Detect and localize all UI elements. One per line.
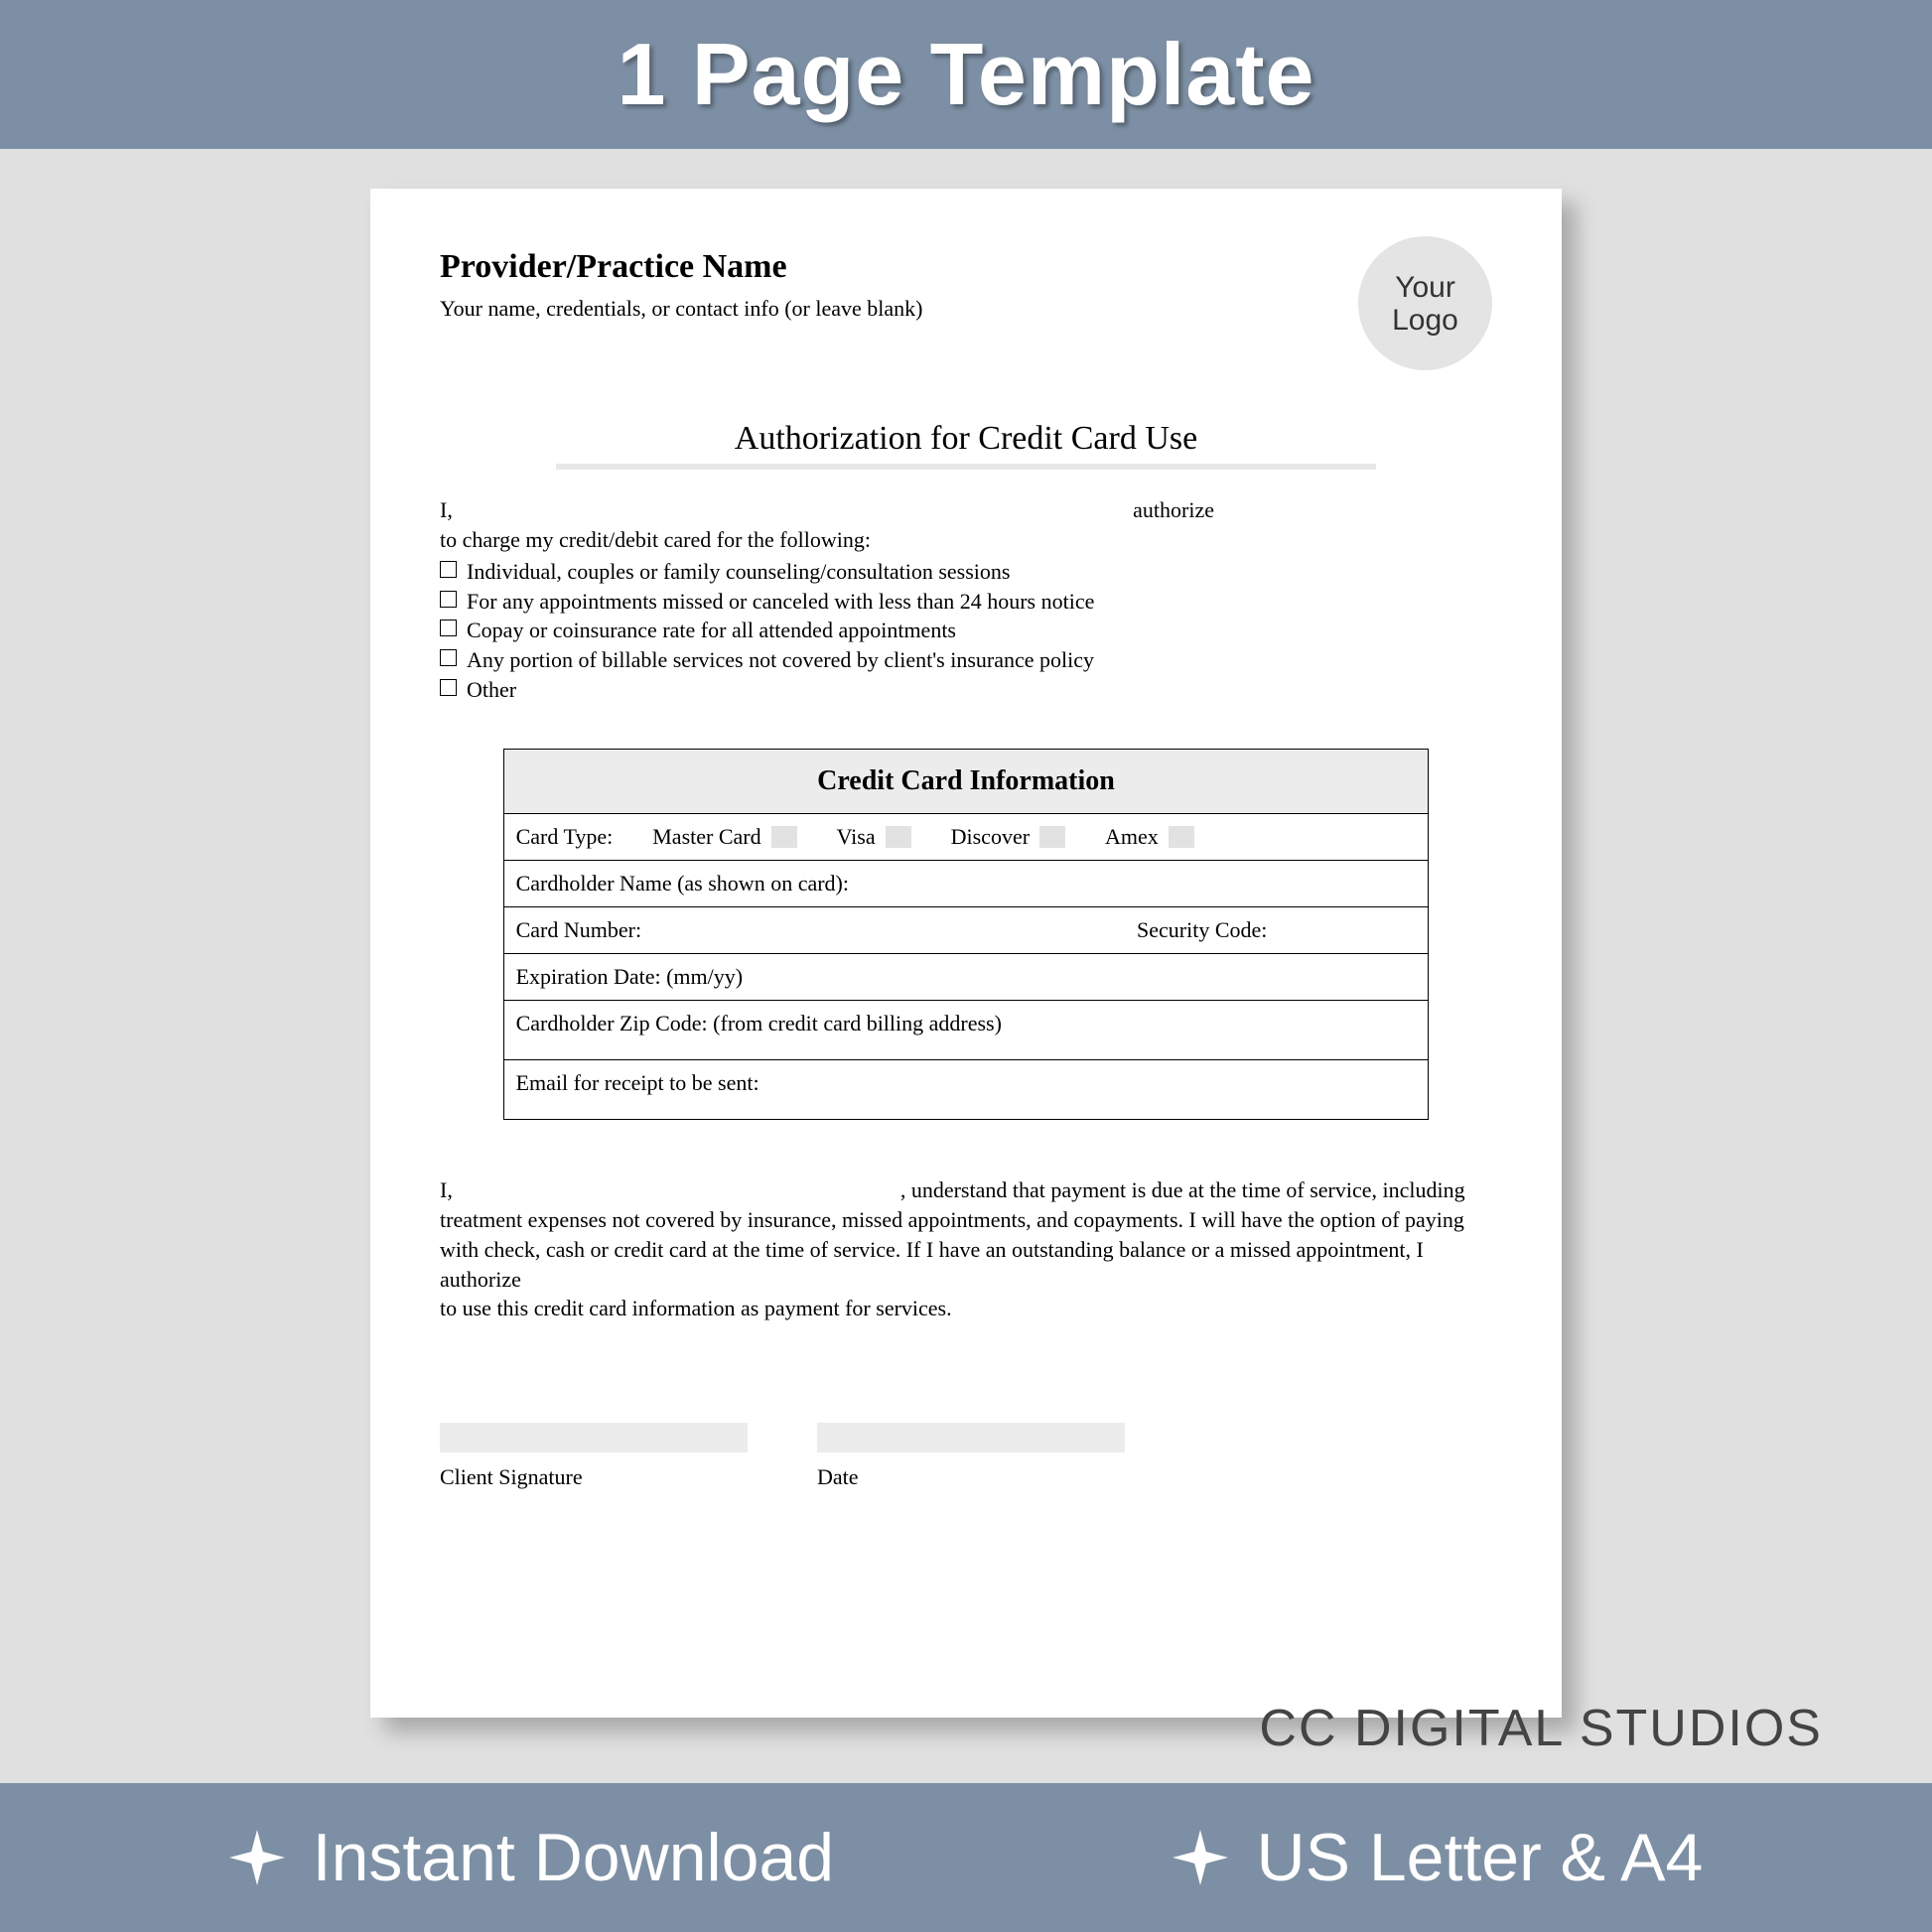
email-row[interactable]: Email for receipt to be sent: [503, 1060, 1429, 1120]
check-item-missed: For any appointments missed or canceled … [440, 587, 1492, 617]
authorize-suffix: authorize [1133, 497, 1214, 523]
authorize-line: I, authorize [440, 497, 1492, 523]
signature-client-line[interactable] [440, 1423, 748, 1452]
card-type-checkbox[interactable] [771, 826, 797, 848]
top-banner: 1 Page Template [0, 0, 1932, 149]
card-type-checkbox[interactable] [1169, 826, 1194, 848]
check-item-sessions: Individual, couples or family counseling… [440, 557, 1492, 587]
signature-date-line[interactable] [817, 1423, 1125, 1452]
logo-placeholder: Your Logo [1358, 236, 1492, 370]
card-type-name: Visa [837, 824, 876, 850]
feature-label: US Letter & A4 [1256, 1819, 1703, 1896]
feature-paper-size: US Letter & A4 [1173, 1819, 1703, 1896]
check-item-insurance: Any portion of billable services not cov… [440, 645, 1492, 675]
sparkle-icon [229, 1830, 285, 1885]
provider-block: Provider/Practice Name Your name, creden… [440, 248, 922, 322]
bottom-banner: Instant Download US Letter & A4 [0, 1783, 1932, 1932]
checkbox-icon[interactable] [440, 649, 457, 666]
feature-label: Instant Download [313, 1819, 834, 1896]
check-item-other: Other [440, 675, 1492, 705]
brand-watermark: CC DIGITAL STUDIOS [1259, 1699, 1823, 1758]
signature-date-label: Date [817, 1464, 1125, 1490]
card-type-name: Amex [1105, 824, 1159, 850]
signature-client-block: Client Signature [440, 1423, 748, 1490]
para-body: , understand that payment is due at the … [440, 1177, 1465, 1291]
card-type-checkbox[interactable] [886, 826, 911, 848]
card-number-row[interactable]: Card Number: Security Code: [503, 907, 1429, 954]
card-number-label: Card Number: [516, 917, 1137, 943]
document-header: Provider/Practice Name Your name, creden… [440, 248, 1492, 370]
card-type-mastercard: Master Card [652, 824, 796, 850]
top-banner-text: 1 Page Template [618, 24, 1315, 125]
signature-date-block: Date [817, 1423, 1125, 1490]
document-title: Authorization for Credit Card Use [440, 420, 1492, 458]
card-type-visa: Visa [837, 824, 911, 850]
card-type-label: Card Type: [516, 824, 614, 850]
provider-subtitle: Your name, credentials, or contact info … [440, 296, 922, 322]
document-page: Provider/Practice Name Your name, creden… [370, 189, 1562, 1718]
cardholder-name-row[interactable]: Cardholder Name (as shown on card): [503, 861, 1429, 907]
provider-name: Provider/Practice Name [440, 248, 922, 286]
card-type-checkbox[interactable] [1039, 826, 1065, 848]
expiration-row[interactable]: Expiration Date: (mm/yy) [503, 954, 1429, 1001]
card-type-amex: Amex [1105, 824, 1194, 850]
check-label: For any appointments missed or canceled … [467, 587, 1094, 617]
logo-text: Your Logo [1358, 271, 1492, 337]
para-last: to use this credit card information as p… [440, 1296, 952, 1320]
para-prefix: I, [440, 1177, 458, 1202]
feature-instant-download: Instant Download [229, 1819, 834, 1896]
checkbox-icon[interactable] [440, 620, 457, 636]
check-label: Individual, couples or family counseling… [467, 557, 1010, 587]
security-code-label: Security Code: [1137, 917, 1267, 943]
cc-table-header: Credit Card Information [503, 750, 1429, 814]
card-type-row: Card Type: Master Card Visa Discover Ame… [503, 814, 1429, 861]
card-type-name: Master Card [652, 824, 760, 850]
signature-row: Client Signature Date [440, 1423, 1492, 1490]
check-label: Copay or coinsurance rate for all attend… [467, 616, 956, 645]
checklist: Individual, couples or family counseling… [440, 557, 1492, 704]
checkbox-icon[interactable] [440, 561, 457, 578]
signature-client-label: Client Signature [440, 1464, 748, 1490]
zip-row[interactable]: Cardholder Zip Code: (from credit card b… [503, 1001, 1429, 1060]
checkbox-icon[interactable] [440, 679, 457, 696]
authorize-prefix: I, [440, 497, 453, 523]
card-type-name: Discover [951, 824, 1030, 850]
agreement-paragraph: I, , understand that payment is due at t… [440, 1175, 1492, 1322]
credit-card-table: Credit Card Information Card Type: Maste… [503, 749, 1430, 1120]
check-item-copay: Copay or coinsurance rate for all attend… [440, 616, 1492, 645]
check-label: Other [467, 675, 516, 705]
check-label: Any portion of billable services not cov… [467, 645, 1094, 675]
card-type-discover: Discover [951, 824, 1065, 850]
intro-text: to charge my credit/debit cared for the … [440, 527, 1492, 553]
checkbox-icon[interactable] [440, 591, 457, 608]
title-underline [556, 464, 1377, 470]
sparkle-icon [1173, 1830, 1228, 1885]
